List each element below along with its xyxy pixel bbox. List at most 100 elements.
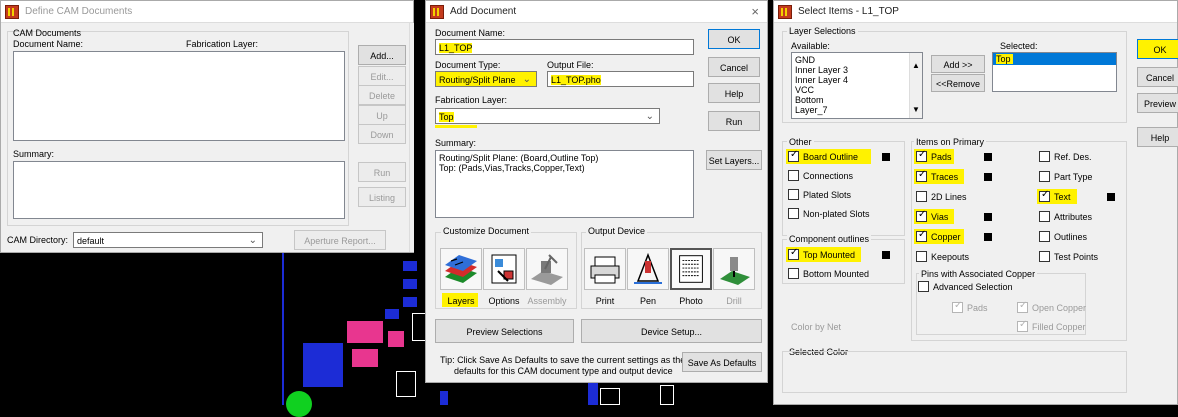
fabrication-layer-header: Fabrication Layer: [186, 39, 259, 49]
primary-column-right: Ref. Des. Part Type Text Attributes Outlines… [1037, 151, 1129, 271]
down-button[interactable]: Down [358, 124, 406, 144]
preview-selections-button[interactable]: Preview Selections [435, 319, 574, 343]
part-type-checkbox[interactable] [1039, 171, 1050, 182]
help-button[interactable]: Help [708, 83, 760, 103]
run-button[interactable]: Run [708, 111, 760, 131]
close-icon[interactable]: × [751, 4, 759, 19]
plated-slots-checkbox[interactable] [788, 189, 799, 200]
output-file-input[interactable]: L1_TOP.pho [547, 71, 694, 87]
pads-color-swatch[interactable] [984, 153, 992, 161]
board-outline-color-swatch[interactable] [882, 153, 890, 161]
available-item[interactable]: Inner Layer 4 [795, 75, 919, 85]
add-layer-button[interactable]: Add >> [931, 55, 985, 73]
advanced-selection-checkbox[interactable] [918, 281, 929, 292]
copper-checkbox[interactable] [916, 229, 927, 242]
selected-list[interactable]: Top [992, 52, 1117, 92]
part-type-label: Part Type [1054, 172, 1093, 182]
ok-button[interactable]: OK [708, 29, 760, 49]
2d-lines-label: 2D Lines [931, 192, 967, 202]
text-checkbox[interactable] [1039, 189, 1050, 202]
cam-documents-list[interactable] [13, 51, 345, 141]
open-copper-checkbox[interactable] [1017, 300, 1028, 313]
vias-color-swatch[interactable] [984, 213, 992, 221]
outlines-checkbox[interactable] [1039, 231, 1050, 242]
copper-color-swatch[interactable] [984, 233, 992, 241]
test-points-checkbox[interactable] [1039, 251, 1050, 262]
drill-button[interactable] [713, 248, 755, 290]
right-edge-strip [409, 23, 414, 252]
define-cam-window: Define CAM Documents CAM Documents Docum… [0, 0, 414, 253]
run-button[interactable]: Run [358, 162, 406, 182]
ok-button[interactable]: OK [1137, 39, 1178, 59]
vias-checkbox[interactable] [916, 209, 927, 222]
pads-checkbox[interactable] [916, 149, 927, 162]
available-item[interactable]: Layer_7 [795, 105, 919, 115]
non-plated-slots-checkbox[interactable] [788, 208, 799, 219]
cancel-button[interactable]: Cancel [708, 57, 760, 77]
selected-item[interactable]: Top [993, 53, 1116, 65]
available-scrollbar[interactable]: ▲ ▼ [909, 53, 922, 118]
options-button[interactable] [483, 248, 525, 290]
available-item[interactable]: Bottom [795, 95, 919, 105]
available-list[interactable]: GND Inner Layer 3 Inner Layer 4 VCC Bott… [791, 52, 923, 119]
available-item[interactable]: GND [795, 55, 919, 65]
2d-lines-checkbox[interactable] [916, 191, 927, 202]
connections-checkbox[interactable] [788, 170, 799, 181]
top-mounted-label: Top Mounted [803, 250, 856, 260]
select-items-window: Select Items - L1_TOP Layer Selections A… [773, 0, 1178, 405]
document-name-input[interactable]: L1_TOP [435, 39, 694, 55]
preview-button[interactable]: Preview [1137, 93, 1178, 113]
cam-directory-select[interactable]: default ⌄ [73, 232, 263, 248]
non-plated-slots-label: Non-plated Slots [803, 209, 870, 219]
available-item[interactable]: VCC [795, 85, 919, 95]
bottom-mounted-checkbox[interactable] [788, 268, 799, 279]
pen-button[interactable] [627, 248, 669, 290]
summary-box [13, 161, 345, 219]
keepouts-checkbox[interactable] [916, 251, 927, 262]
remove-layer-button[interactable]: <<Remove [931, 74, 985, 92]
customize-document-label: Customize Document [441, 226, 532, 236]
board-outline-checkbox[interactable] [788, 149, 799, 162]
pcb-pink-pad [388, 331, 404, 347]
help-button[interactable]: Help [1137, 127, 1178, 147]
cam-documents-label: CAM Documents [13, 28, 82, 38]
bottom-mounted-label: Bottom Mounted [803, 269, 870, 279]
photo-button[interactable] [670, 248, 712, 290]
cancel-button[interactable]: Cancel [1137, 67, 1178, 87]
text-color-swatch[interactable] [1107, 193, 1115, 201]
delete-button[interactable]: Delete [358, 85, 406, 105]
copper-label: Copper [931, 232, 961, 242]
save-as-defaults-button[interactable]: Save As Defaults [682, 352, 762, 372]
layers-button[interactable] [440, 248, 482, 290]
document-type-select[interactable]: Routing/Split Plane ⌄ [435, 71, 537, 87]
pcb-blue-pad [440, 391, 448, 405]
traces-checkbox[interactable] [916, 169, 927, 182]
pcb-blue-pad [588, 383, 598, 405]
filled-copper-checkbox[interactable] [1017, 319, 1028, 332]
edit-button[interactable]: Edit... [358, 66, 406, 86]
device-setup-button[interactable]: Device Setup... [581, 319, 762, 343]
filled-copper-label: Filled Copper [1032, 322, 1086, 332]
photo-plotter-icon [679, 255, 703, 283]
set-layers-button[interactable]: Set Layers... [706, 150, 762, 170]
selected-label: Selected: [1000, 41, 1038, 51]
attributes-checkbox[interactable] [1039, 211, 1050, 222]
available-item[interactable]: Inner Layer 3 [795, 65, 919, 75]
add-button[interactable]: Add... [358, 45, 406, 65]
document-name-label: Document Name: [435, 28, 506, 38]
traces-color-swatch[interactable] [984, 173, 992, 181]
top-mounted-color-swatch[interactable] [882, 251, 890, 259]
assembly-button[interactable] [526, 248, 568, 290]
listing-button[interactable]: Listing [358, 187, 406, 207]
fabrication-layer-select[interactable]: Top ⌄ [435, 108, 660, 124]
aperture-report-button[interactable]: Aperture Report... [294, 230, 386, 250]
ref-des-checkbox[interactable] [1039, 151, 1050, 162]
ref-des-label: Ref. Des. [1054, 152, 1092, 162]
top-mounted-checkbox[interactable] [788, 247, 799, 260]
pads-label: Pads [931, 152, 952, 162]
print-button[interactable] [584, 248, 626, 290]
output-device-label: Output Device [586, 226, 648, 236]
up-button[interactable]: Up [358, 105, 406, 125]
pads-sub-checkbox[interactable] [952, 300, 963, 313]
color-by-net-button[interactable]: Color by Net [791, 322, 841, 332]
